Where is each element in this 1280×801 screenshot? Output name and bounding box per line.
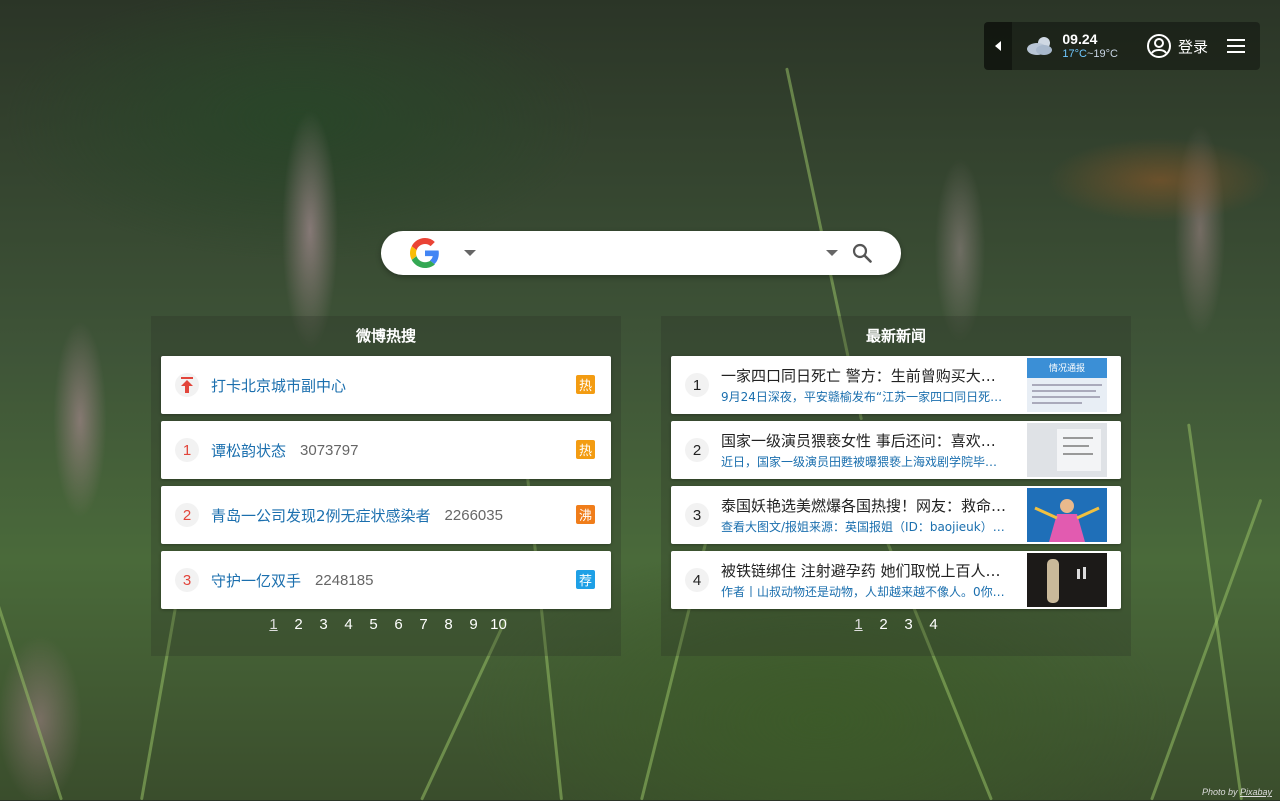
- top-toolbar: 09.24 17°C~19°C 登录: [984, 22, 1260, 70]
- chevron-down-icon: [826, 250, 838, 256]
- hot-item-title: 守护一亿双手: [211, 571, 302, 590]
- thumbnail-caption: 情况通报: [1049, 362, 1085, 374]
- hot-item-count: 2266035: [444, 506, 503, 524]
- collapse-toolbar-button[interactable]: [984, 22, 1013, 70]
- hot-item-title: 谭松韵状态: [211, 441, 287, 460]
- news-panel-title: 最新新闻: [865, 327, 926, 345]
- hot-item-pinned[interactable]: 打卡北京城市副中心 热: [161, 356, 611, 414]
- search-icon: [852, 243, 872, 263]
- news-item-title: 被铁链绑住 注射避孕药 她们取悦上百人…: [721, 561, 1001, 580]
- page-link[interactable]: 2: [286, 616, 311, 633]
- hot-badge: 热: [576, 375, 595, 394]
- hot-item[interactable]: 3 守护一亿双手 2248185 荐: [161, 551, 611, 609]
- chevron-down-icon: [464, 250, 476, 256]
- hot-item[interactable]: 1 谭松韵状态 3073797 热: [161, 421, 611, 479]
- hot-item-title: 青岛一公司发现2例无症状感染者: [211, 506, 431, 525]
- page-link[interactable]: 4: [336, 616, 361, 633]
- news-item[interactable]: 3 泰国妖艳选美燃爆各国热搜！网友：救命… 查看大图文/报姐来源：英国报姐（ID…: [671, 486, 1121, 544]
- pinned-icon: [175, 373, 199, 397]
- weibo-panel-title: 微博热搜: [355, 327, 416, 345]
- login-button[interactable]: 登录: [1136, 33, 1218, 59]
- user-account-icon: [1146, 34, 1171, 58]
- news-thumbnail: 情况通报: [1027, 358, 1107, 412]
- news-item-rank: 2: [685, 438, 709, 462]
- hot-item-rank: 1: [175, 438, 199, 462]
- news-pagination: 1 2 3 4: [661, 616, 1131, 633]
- news-item-rank: 4: [685, 568, 709, 592]
- search-history-dropdown[interactable]: [819, 250, 845, 256]
- page-link[interactable]: 10: [486, 616, 511, 633]
- hot-item[interactable]: 2 青岛一公司发现2例无症状感染者 2266035 沸: [161, 486, 611, 544]
- news-thumbnail: [1027, 423, 1107, 477]
- weibo-hot-panel: 微博热搜 打卡北京城市副中心 热 1 谭松韵状态 3073797 热 2 青岛一…: [151, 316, 621, 656]
- news-item-title: 一家四口同日死亡 警方：生前曾购买大…: [721, 366, 996, 385]
- menu-button[interactable]: [1218, 38, 1260, 54]
- weather-date: 09.24: [1062, 31, 1098, 47]
- news-thumbnail: [1027, 553, 1107, 607]
- page-link[interactable]: 5: [361, 616, 386, 633]
- page-link[interactable]: 1: [846, 616, 871, 633]
- page-link[interactable]: 1: [261, 616, 286, 633]
- news-item[interactable]: 1 一家四口同日死亡 警方：生前曾购买大… 9月24日深夜，平安赣榆发布“江苏一…: [671, 356, 1121, 414]
- news-item-summary: 近日，国家一级演员田甦被曝猥亵上海戏剧学院毕…: [721, 454, 998, 469]
- news-item-rank: 1: [685, 373, 709, 397]
- news-item[interactable]: 2 国家一级演员猥亵女性 事后还问：喜欢… 近日，国家一级演员田甦被曝猥亵上海戏…: [671, 421, 1121, 479]
- page-link[interactable]: 4: [921, 616, 946, 633]
- news-item-summary: 查看大图文/报姐来源：英国报姐（ID：baojieuk）…: [721, 519, 1005, 534]
- hot-item-title: 打卡北京城市副中心: [211, 376, 347, 395]
- news-item-summary: 9月24日深夜，平安赣榆发布“江苏一家四口同日死…: [721, 389, 1003, 404]
- google-logo-icon: [410, 238, 439, 268]
- page-link[interactable]: 9: [461, 616, 486, 633]
- search-button[interactable]: [845, 243, 879, 263]
- news-item-rank: 3: [685, 503, 709, 527]
- hamburger-menu-icon: [1227, 39, 1245, 53]
- hot-item-count: 2248185: [315, 571, 374, 589]
- news-item[interactable]: 4 被铁链绑住 注射避孕药 她们取悦上百人… 作者丨山叔动物还是动物，人却越来越…: [671, 551, 1121, 609]
- weibo-pagination: 1 2 3 4 5 6 7 8 9 10: [151, 616, 621, 633]
- hot-item-rank: 3: [175, 568, 199, 592]
- page-link[interactable]: 3: [311, 616, 336, 633]
- news-item-summary: 作者丨山叔动物还是动物，人却越来越不像人。0你…: [721, 584, 1005, 599]
- search-bar: [381, 231, 901, 275]
- hot-item-rank: 2: [175, 503, 199, 527]
- news-item-title: 国家一级演员猥亵女性 事后还问：喜欢…: [721, 431, 996, 450]
- page-link[interactable]: 6: [386, 616, 411, 633]
- weather-widget[interactable]: 09.24 17°C~19°C: [1012, 31, 1136, 61]
- search-engine-selector[interactable]: [381, 238, 476, 268]
- news-thumbnail: [1027, 488, 1107, 542]
- page-link[interactable]: 3: [896, 616, 921, 633]
- page-link[interactable]: 8: [436, 616, 461, 633]
- news-item-title: 泰国妖艳选美燃爆各国热搜！网友：救命…: [721, 496, 1007, 515]
- boiling-badge: 沸: [576, 505, 595, 524]
- latest-news-panel: 最新新闻 1 一家四口同日死亡 警方：生前曾购买大… 9月24日深夜，平安赣榆发…: [661, 316, 1131, 656]
- page-link[interactable]: 2: [871, 616, 896, 633]
- recommended-badge: 荐: [576, 570, 595, 589]
- search-input[interactable]: [496, 232, 819, 274]
- caret-left-icon: [995, 41, 1002, 51]
- weather-temperature: 17°C~19°C: [1062, 48, 1118, 60]
- cloudy-icon: [1027, 37, 1053, 55]
- photo-credit-link[interactable]: Pixabay: [1240, 787, 1272, 797]
- hot-item-count: 3073797: [300, 441, 359, 459]
- page-link[interactable]: 7: [411, 616, 436, 633]
- hot-badge: 热: [576, 440, 595, 459]
- photo-credit: Photo by Pixabay: [1201, 787, 1272, 797]
- login-label: 登录: [1177, 37, 1208, 56]
